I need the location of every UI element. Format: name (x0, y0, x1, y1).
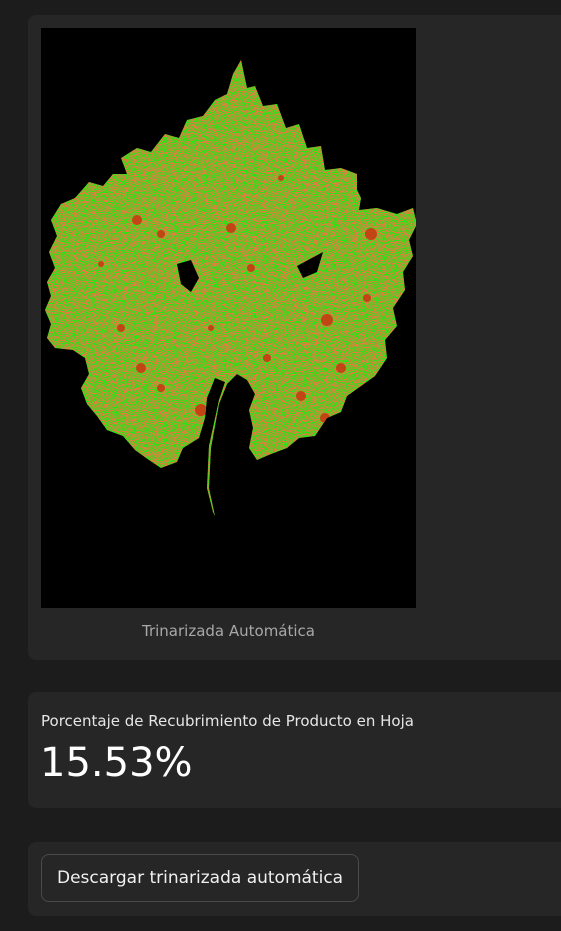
download-button[interactable]: Descargar trinarizada automática (41, 854, 360, 902)
metric-value: 15.53% (40, 740, 193, 786)
trinarized-leaf-image (41, 28, 416, 608)
image-caption: Trinarizada Automática (142, 622, 315, 640)
metric-card: Porcentaje de Recubrimiento de Producto … (28, 692, 561, 808)
download-card: Descargar trinarizada automática (28, 842, 561, 916)
metric-label: Porcentaje de Recubrimiento de Producto … (41, 712, 414, 730)
image-card: Trinarizada Automática (28, 15, 561, 660)
